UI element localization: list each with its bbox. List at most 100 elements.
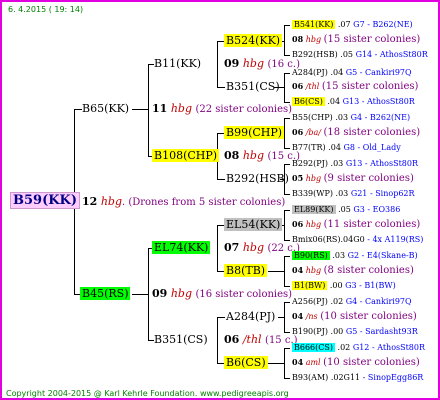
node-label[interactable]: B108(CHP) (152, 149, 220, 162)
g4-info: 04 /ns (10 sister colonies) (292, 311, 417, 322)
node-label[interactable]: A256(PJ) (292, 297, 328, 306)
connector (284, 164, 290, 165)
node-label[interactable]: B93(AM) (292, 373, 328, 382)
node-label[interactable]: B292(HSB) (292, 50, 338, 59)
node-b351[interactable]: B351(CS) (152, 333, 210, 347)
g4-row[interactable]: B6(CS) .04 G13 - AthosSt80R (292, 96, 415, 107)
node-label[interactable]: EL89(KK) (292, 205, 336, 214)
node-b108[interactable]: B108(CHP) (152, 149, 220, 163)
g4-row[interactable]: B1(BW) .00 G3 - B1(BW) (292, 280, 396, 291)
connector (284, 118, 285, 148)
connector (148, 64, 149, 156)
node-label[interactable]: B666(CS) (292, 343, 335, 352)
g4-row[interactable]: B541(KK) .07 G7 - B262(NE) (292, 19, 413, 30)
num: 11 (152, 102, 168, 115)
connector (132, 109, 148, 110)
node-label[interactable]: B55(CHP) (292, 113, 333, 122)
g4-row[interactable]: B190(PJ) .00 G5 - Sardasht93R (292, 326, 418, 337)
node-label[interactable]: B292(HSB) (224, 172, 291, 185)
num: 04 (292, 311, 304, 321)
right-ref: G21 - Sinop62R (350, 189, 415, 198)
connector (284, 25, 290, 26)
node-b45[interactable]: B45(RS) (80, 287, 131, 301)
node-b108-info: 08 hbg (15 c.) (224, 149, 300, 164)
connector (132, 294, 148, 295)
node-label[interactable]: B524(KK) (224, 34, 283, 47)
node-label[interactable]: B65(KK) (80, 102, 131, 115)
node-b6[interactable]: B6(CS) (224, 356, 268, 370)
node-label[interactable]: B45(RS) (80, 287, 131, 300)
node-el74-info: 07 hbg (22 c.) (224, 241, 300, 256)
g4-row[interactable]: B55(CHP) .03 G4 - B262(NE) (292, 112, 410, 123)
node-label[interactable]: B1(BW) (292, 281, 328, 290)
node-label[interactable]: EL54(KK) (224, 218, 283, 231)
node-label[interactable]: B90(RS) (292, 251, 330, 260)
hbg: hbg (170, 287, 192, 300)
node-el74[interactable]: EL74(KK) (152, 241, 211, 255)
node-label[interactable]: B77(TR) (292, 143, 326, 152)
value: .05 (340, 50, 354, 59)
node-b8[interactable]: B8(TB) (224, 264, 268, 278)
node-b65[interactable]: B65(KK) (80, 102, 131, 116)
g4-row[interactable]: B90(RS) .03 G2 - E4(Skane-B) (292, 250, 418, 261)
connector (284, 210, 290, 211)
desc: (16 sister colonies) (195, 289, 293, 300)
right-ref: G5 - Sardasht93R (345, 327, 418, 336)
node-label[interactable]: B339(WP) (292, 189, 333, 198)
g4-row[interactable]: B666(CS) .02 G12 - AthosSt80R (292, 342, 425, 353)
node-a284[interactable]: A284(PJ) (224, 310, 277, 324)
value: .00 (329, 281, 343, 290)
root-node[interactable]: B59(KK) (10, 192, 80, 209)
node-label[interactable]: B190(PJ) (292, 327, 328, 336)
num: 07 (224, 241, 240, 254)
hbg: /ba/ (305, 128, 321, 137)
g4-row[interactable]: B292(PJ) .03 G13 - AthosSt80R (292, 158, 418, 169)
g4-row[interactable]: B292(HSB) .05 G14 - AthosSt80R (292, 49, 428, 60)
node-label[interactable]: B292(PJ) (292, 159, 328, 168)
right-ref: G2 - E4(Skane-B) (347, 251, 418, 260)
g4-row[interactable]: EL89(KK) .05 G3 - EO386 (292, 204, 400, 215)
node-label[interactable]: A284(PJ) (292, 68, 328, 77)
value: .04G0 (340, 235, 365, 244)
node-label[interactable]: A284(PJ) (224, 310, 277, 323)
node-label[interactable]: B6(CS) (224, 356, 268, 369)
connector (284, 73, 285, 102)
node-b351-cs[interactable]: B351(CS) (224, 80, 282, 94)
node-label[interactable]: EL74(KK) (152, 241, 211, 254)
node-label[interactable]: B351(CS) (152, 333, 210, 346)
node-label[interactable]: B541(KK) (292, 20, 336, 29)
node-label[interactable]: B6(CS) (292, 97, 325, 106)
g4-row[interactable]: A284(PJ) .04 G5 - Cankiri97Q (292, 67, 412, 78)
g4-row[interactable]: A256(PJ) .02 G4 - Cankiri97Q (292, 296, 412, 307)
right-ref: G13 - AthosSt80R (345, 159, 418, 168)
g4-row[interactable]: B339(WP) .03 G21 - Sinop62R (292, 188, 415, 199)
g4-row[interactable]: B77(TR) .04 G8 - Old_Lady (292, 142, 401, 153)
hbg: hbg (305, 35, 322, 44)
right-ref: - SinopEgg86R (362, 373, 424, 382)
desc: (8 sister colonies) (323, 265, 414, 276)
desc: (15 sister colonies) (321, 81, 419, 92)
node-b11[interactable]: B11(KK) (152, 57, 203, 71)
node-b99[interactable]: B99(CHP) (224, 126, 285, 140)
g4-row[interactable]: B93(AM) .02G11 - SinopEgg86R (292, 372, 423, 383)
node-b524[interactable]: B524(KK) (224, 34, 283, 48)
connector (284, 210, 285, 240)
num: 06 (292, 127, 304, 137)
node-label[interactable]: B351(CS) (224, 80, 282, 93)
node-label[interactable]: Bmix06(RS) (292, 235, 340, 244)
value: .03 (332, 251, 346, 260)
node-label[interactable]: B11(KK) (152, 57, 203, 70)
node-b292[interactable]: B292(HSB) (224, 172, 291, 186)
num: 09 (224, 57, 240, 70)
g4-row[interactable]: Bmix06(RS).04G0 - 4x A119(RS) (292, 234, 423, 245)
node-el54[interactable]: EL54(KK) (224, 218, 283, 232)
connector (148, 248, 149, 340)
node-label[interactable]: B8(TB) (224, 264, 268, 277)
node-b351-info: 06 /thl (15 c.) (224, 333, 298, 348)
value: .04 (328, 143, 341, 152)
right-ref: G3 - EO386 (353, 205, 401, 214)
root-label[interactable]: B59(KK) (10, 192, 80, 209)
g4-info: 06 hbg (11 sister colonies) (292, 219, 420, 230)
g4-info: 04 hbg (8 sister colonies) (292, 265, 414, 276)
node-label[interactable]: B99(CHP) (224, 126, 285, 139)
